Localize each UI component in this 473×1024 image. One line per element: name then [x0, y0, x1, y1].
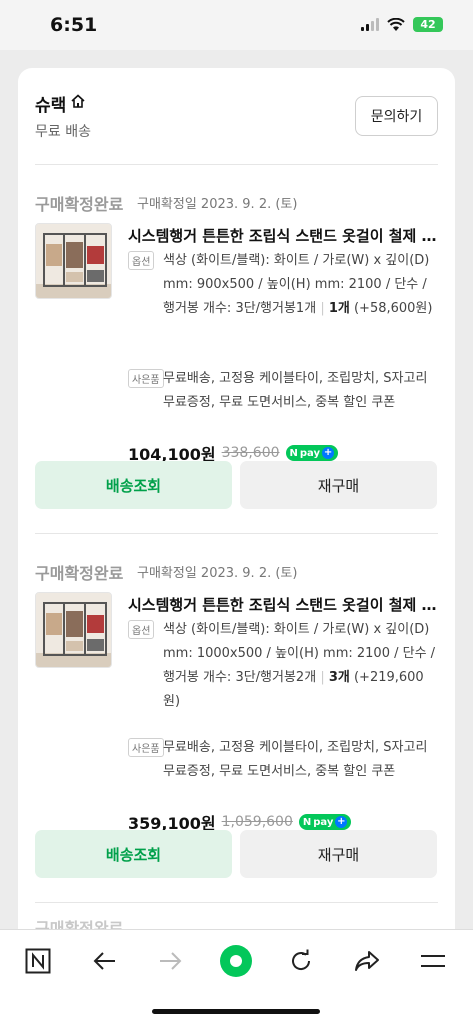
menu-icon[interactable] [416, 944, 450, 978]
naver-green-circle-icon[interactable] [219, 944, 253, 978]
status-bar: 6:51 42 [0, 0, 473, 50]
plus-icon: + [335, 816, 348, 828]
product-thumbnail[interactable] [35, 223, 112, 299]
option-text: 색상 (화이트/블랙): 화이트 / 가로(W) x 깊이(D) mm: 100… [163, 622, 436, 709]
status-time: 6:51 [50, 14, 98, 36]
product-thumbnail[interactable] [35, 592, 112, 668]
status-icons: 42 [361, 17, 443, 32]
browser-toolbar [0, 929, 473, 1024]
gift-text: 무료배송, 고정용 케이블타이, 조립망치, S자고리 무료증정, 무료 도면서… [163, 371, 428, 410]
shipping-info: 무료 배송 [35, 124, 91, 140]
rebuy-button[interactable]: 재구매 [240, 830, 437, 878]
npay-badge: N pay + [285, 445, 339, 461]
gift-tag: 사은품 [128, 738, 164, 757]
reload-icon[interactable] [284, 944, 318, 978]
naver-n-icon[interactable] [21, 944, 55, 978]
order-date: 구매확정일 2023. 9. 2. (토) [137, 197, 298, 212]
option-quantity: 3개 [328, 670, 350, 685]
option-quantity: 1개 [328, 301, 350, 316]
option-extra-price: (+58,600원) [353, 301, 433, 316]
order-status: 구매확정완료 [35, 195, 124, 214]
inquiry-button[interactable]: 문의하기 [355, 96, 438, 136]
back-arrow-icon[interactable] [88, 944, 122, 978]
npay-badge: N pay + [298, 814, 352, 830]
npay-n-icon: N [289, 447, 298, 459]
home-icon [70, 93, 86, 114]
home-indicator [152, 1009, 320, 1014]
order-card: 슈랙 무료 배송 문의하기 구매확정완료 구매확정일 2023. 9. 2. (… [18, 68, 455, 968]
product-title[interactable]: 시스템행거 튼튼한 조립식 스탠드 옷걸이 철제 행거 [128, 225, 438, 246]
battery-icon: 42 [413, 17, 443, 32]
forward-arrow-icon[interactable] [153, 944, 187, 978]
option-tag: 옵션 [128, 620, 155, 639]
track-delivery-button[interactable]: 배송조회 [35, 830, 232, 878]
order-status: 구매확정완료 [35, 564, 124, 583]
seller-header: 슈랙 무료 배송 문의하기 [35, 68, 438, 165]
npay-label: pay [313, 816, 334, 828]
plus-icon: + [322, 447, 335, 459]
seller-name[interactable]: 슈랙 [35, 91, 86, 116]
original-price: 338,600 [221, 445, 280, 461]
npay-n-icon: N [302, 816, 312, 828]
npay-label: pay [299, 447, 321, 459]
option-tag: 옵션 [128, 251, 155, 270]
order-item: 구매확정완료 구매확정일 2023. 9. 2. (토) 시스템행거 튼튼한 조… [35, 534, 438, 903]
signal-icon [361, 18, 379, 31]
order-item: 구매확정완료 구매확정일 2023. 9. 2. (토) 시스템행거 튼튼한 조… [35, 165, 438, 534]
original-price: 1,059,600 [221, 814, 293, 830]
share-icon[interactable] [350, 944, 384, 978]
gift-tag: 사은품 [128, 369, 164, 388]
gift-text: 무료배송, 고정용 케이블타이, 조립망치, S자고리 무료증정, 무료 도면서… [163, 740, 428, 779]
rebuy-button[interactable]: 재구매 [240, 461, 437, 509]
track-delivery-button[interactable]: 배송조회 [35, 461, 232, 509]
order-date: 구매확정일 2023. 9. 2. (토) [137, 566, 298, 581]
seller-name-label: 슈랙 [35, 96, 67, 116]
option-text: 색상 (화이트/블랙): 화이트 / 가로(W) x 깊이(D) mm: 900… [163, 253, 433, 316]
product-title[interactable]: 시스템행거 튼튼한 조립식 스탠드 옷걸이 철제 행거 [128, 594, 438, 615]
wifi-icon [387, 17, 405, 32]
